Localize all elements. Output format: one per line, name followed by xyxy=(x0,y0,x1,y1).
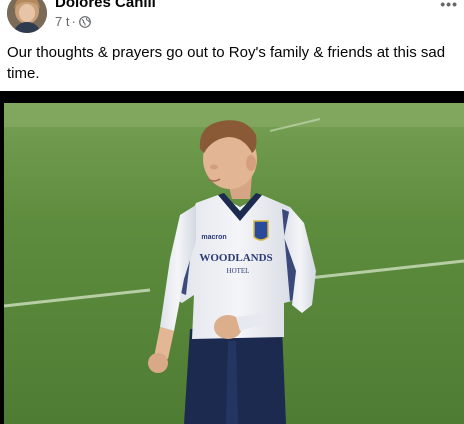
meta-separator: · xyxy=(71,14,76,29)
post-photo[interactable]: WOODLANDS HOTEL macron xyxy=(0,91,464,424)
kit-brand: macron xyxy=(201,234,226,241)
globe-icon xyxy=(78,15,91,28)
post-text: Our thoughts & prayers go out to Roy's f… xyxy=(7,44,446,82)
shirt-sponsor: WOODLANDS xyxy=(199,252,272,264)
shirt-sponsor-sub: HOTEL xyxy=(227,267,250,275)
more-options-icon[interactable]: ••• xyxy=(440,0,458,12)
post-header: Dolores Cahill 7 t · ••• xyxy=(0,0,464,40)
post-timestamp[interactable]: 7 t xyxy=(55,14,69,29)
author-avatar[interactable] xyxy=(7,0,47,33)
author-name[interactable]: Dolores Cahill xyxy=(55,0,156,11)
avatar-image xyxy=(7,0,47,33)
football-player-photo: WOODLANDS HOTEL macron xyxy=(3,103,464,424)
post-meta: 7 t · xyxy=(55,14,91,29)
